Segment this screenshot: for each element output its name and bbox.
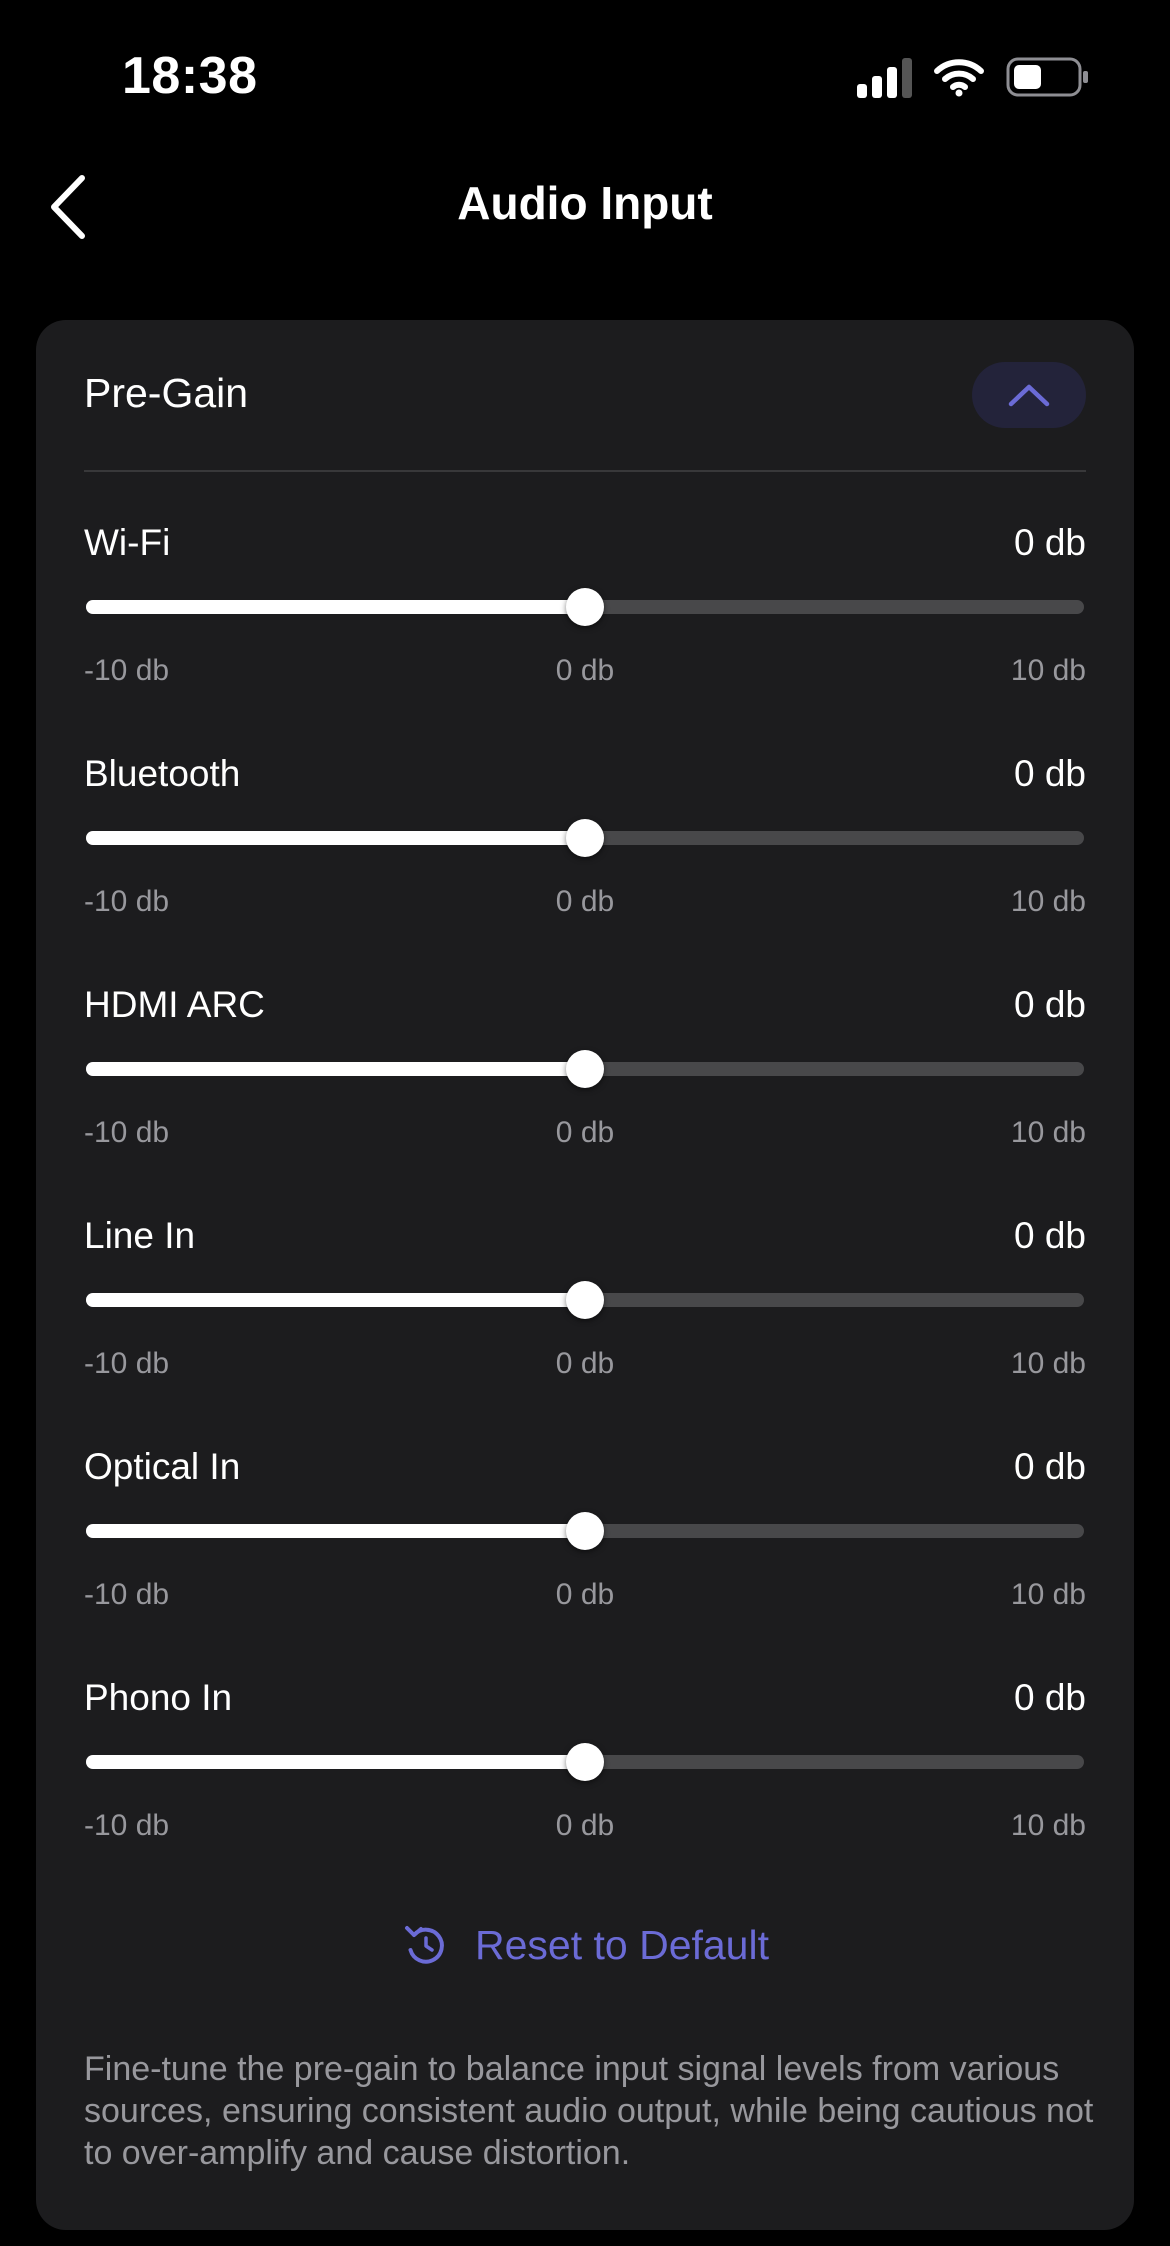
status-bar: 18:38 bbox=[0, 0, 1170, 150]
slider-label: Bluetooth bbox=[84, 753, 241, 794]
slider-hdmi-arc: HDMI ARC 0 db -10 db 0 db 10 db bbox=[84, 984, 1086, 1174]
slider-value: 0 db bbox=[1013, 984, 1086, 1025]
slider-optical-in: Optical In 0 db -10 db 0 db 10 db bbox=[84, 1446, 1086, 1636]
slider-phono-in: Phono In 0 db -10 db 0 db 10 db bbox=[84, 1677, 1086, 1867]
slider-thumb[interactable] bbox=[566, 1512, 604, 1550]
slider-thumb[interactable] bbox=[566, 1281, 604, 1319]
tick-mid: 0 db bbox=[555, 885, 615, 918]
slider-fill bbox=[86, 600, 585, 614]
status-icons bbox=[857, 54, 1090, 100]
slider-track[interactable] bbox=[86, 1050, 1084, 1088]
slider-thumb[interactable] bbox=[566, 1050, 604, 1088]
slider-bluetooth: Bluetooth 0 db -10 db 0 db 10 db bbox=[84, 753, 1086, 943]
slider-thumb[interactable] bbox=[566, 819, 604, 857]
page-title: Audio Input bbox=[457, 177, 713, 229]
tick-mid: 0 db bbox=[555, 1347, 615, 1380]
tick-mid: 0 db bbox=[555, 1578, 615, 1611]
slider-fill bbox=[86, 1062, 585, 1076]
tick-mid: 0 db bbox=[555, 1116, 615, 1149]
collapse-button[interactable] bbox=[972, 362, 1086, 428]
slider-label: Line In bbox=[84, 1215, 196, 1256]
chevron-up-icon bbox=[1008, 384, 1050, 407]
cellular-signal-icon bbox=[857, 56, 912, 98]
tick-max: 10 db bbox=[1010, 1578, 1086, 1611]
slider-label: Phono In bbox=[84, 1677, 233, 1718]
tick-max: 10 db bbox=[1010, 1809, 1086, 1842]
wifi-icon bbox=[934, 57, 984, 97]
tick-max: 10 db bbox=[1010, 1347, 1086, 1380]
slider-fill bbox=[86, 1293, 585, 1307]
slider-track[interactable] bbox=[86, 1281, 1084, 1319]
tick-max: 10 db bbox=[1010, 1116, 1086, 1149]
tick-mid: 0 db bbox=[555, 654, 615, 687]
section-title: Pre-Gain bbox=[84, 370, 249, 416]
reset-icon bbox=[405, 1926, 444, 1964]
navigation-bar: Audio Input bbox=[0, 150, 1170, 270]
slider-line-in: Line In 0 db -10 db 0 db 10 db bbox=[84, 1215, 1086, 1405]
slider-wifi: Wi-Fi 0 db -10 db 0 db 10 db bbox=[84, 522, 1086, 712]
slider-value: 0 db bbox=[1013, 1215, 1086, 1256]
battery-icon bbox=[1006, 57, 1090, 97]
slider-thumb[interactable] bbox=[566, 588, 604, 626]
slider-track[interactable] bbox=[86, 1512, 1084, 1550]
reset-label: Reset to Default bbox=[475, 1921, 769, 1968]
slider-fill bbox=[86, 1524, 585, 1538]
slider-fill bbox=[86, 1755, 585, 1769]
slider-fill bbox=[86, 831, 585, 845]
slider-track[interactable] bbox=[86, 588, 1084, 626]
tick-max: 10 db bbox=[1010, 654, 1086, 687]
status-time: 18:38 bbox=[122, 47, 258, 105]
slider-label: HDMI ARC bbox=[84, 984, 265, 1025]
slider-value: 0 db bbox=[1013, 1677, 1086, 1718]
reset-to-default-button[interactable]: Reset to Default bbox=[36, 1912, 1134, 1978]
slider-value: 0 db bbox=[1013, 1446, 1086, 1487]
slider-label: Wi-Fi bbox=[84, 522, 171, 563]
slider-track[interactable] bbox=[86, 1743, 1084, 1781]
slider-track[interactable] bbox=[86, 819, 1084, 857]
tick-max: 10 db bbox=[1010, 885, 1086, 918]
slider-thumb[interactable] bbox=[566, 1743, 604, 1781]
slider-value: 0 db bbox=[1013, 753, 1086, 794]
slider-value: 0 db bbox=[1013, 522, 1086, 563]
tick-mid: 0 db bbox=[555, 1809, 615, 1842]
pre-gain-description: Fine-tune the pre-gain to balance input … bbox=[84, 2050, 1094, 2172]
card-header: Pre-Gain bbox=[84, 320, 1086, 472]
slider-label: Optical In bbox=[84, 1446, 241, 1487]
pre-gain-card: Pre-Gain Wi-Fi 0 db -10 db 0 db 10 db Bl… bbox=[36, 320, 1134, 2230]
